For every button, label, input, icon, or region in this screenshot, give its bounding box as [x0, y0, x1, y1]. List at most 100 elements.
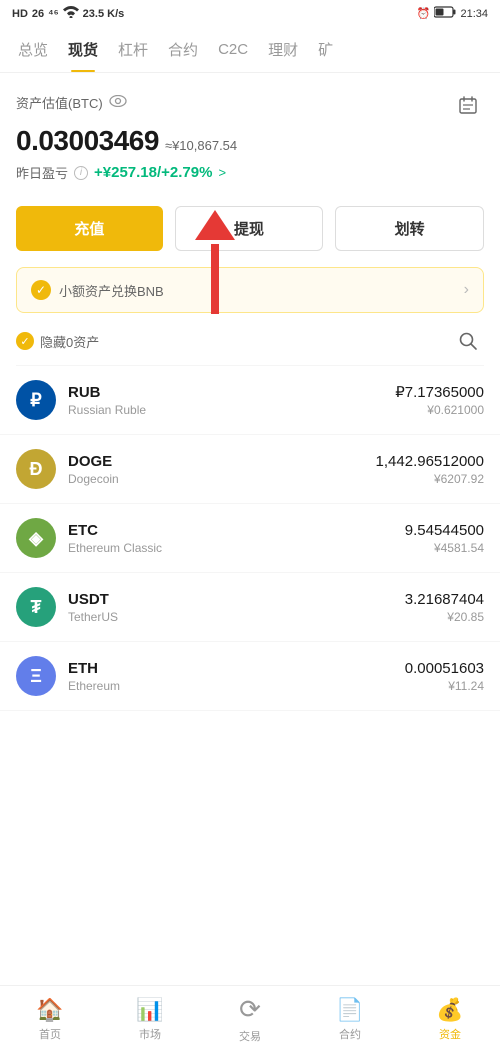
hd-indicator: HD	[12, 8, 28, 20]
tab-overview[interactable]: 总览	[8, 27, 58, 72]
charge-button[interactable]: 充值	[16, 206, 163, 251]
market-icon: 📊	[136, 997, 163, 1023]
rub-amount: ₽7.17365000	[395, 383, 484, 401]
asset-pnl-row: 昨日盈亏 i +¥257.18/+2.79% >	[16, 163, 484, 182]
pnl-label: 昨日盈亏	[16, 163, 68, 182]
contract-label: 合约	[339, 1026, 361, 1042]
coin-icon-eth: Ξ	[16, 656, 56, 696]
arrow-shaft	[211, 244, 219, 314]
status-left: HD 26 ⁴⁶ 23.5 K/s	[12, 6, 124, 21]
etc-balance: 9.54544500 ¥4581.54	[405, 522, 484, 555]
coin-icon-rub: ₽	[16, 380, 56, 420]
transfer-button[interactable]: 划转	[335, 206, 484, 251]
doge-amount: 1,442.96512000	[376, 453, 484, 470]
alarm-icon: ⏰	[417, 7, 431, 20]
asset-list: ₽ RUB Russian Ruble ₽7.17365000 ¥0.62100…	[0, 366, 500, 711]
asset-section: 资产估值(BTC) 0.03003469	[0, 73, 500, 194]
network-speed: 23.5 K/s	[83, 8, 125, 20]
eth-cny: ¥11.24	[405, 679, 484, 693]
etc-symbol: ◈	[29, 528, 43, 549]
rub-name: RUB	[68, 384, 395, 401]
tab-c2c[interactable]: C2C	[208, 29, 258, 70]
pnl-value: +¥257.18/+2.79%	[94, 164, 212, 181]
tab-contract[interactable]: 合约	[158, 27, 208, 72]
asset-cny-approx: ≈¥10,867.54	[165, 138, 237, 153]
asset-list-header: ✓ 隐藏0资产	[0, 325, 500, 365]
home-icon: 🏠	[36, 997, 63, 1023]
bnb-arrow-icon: ›	[464, 281, 469, 299]
status-right: ⏰ 21:34	[417, 6, 488, 21]
bottom-nav: 🏠 首页 📊 市场 ⟳ 交易 📄 合约 💰 资金	[0, 985, 500, 1056]
usdt-name: USDT	[68, 591, 405, 608]
bnb-check-icon: ✓	[31, 280, 51, 300]
coin-info-usdt: USDT TetherUS	[68, 591, 405, 624]
eth-name: ETH	[68, 660, 405, 677]
tab-spot[interactable]: 现货	[58, 27, 108, 72]
pnl-info-icon[interactable]: i	[74, 166, 88, 180]
assets-icon: 💰	[436, 997, 463, 1023]
bottom-nav-contract[interactable]: 📄 合约	[300, 997, 400, 1042]
asset-item-rub[interactable]: ₽ RUB Russian Ruble ₽7.17365000 ¥0.62100…	[0, 366, 500, 435]
asset-item-etc[interactable]: ◈ ETC Ethereum Classic 9.54544500 ¥4581.…	[0, 504, 500, 573]
etc-cny: ¥4581.54	[405, 541, 484, 555]
hide-zero-row[interactable]: ✓ 隐藏0资产	[16, 332, 99, 351]
usdt-cny: ¥20.85	[405, 610, 484, 624]
etc-amount: 9.54544500	[405, 522, 484, 539]
time-display: 21:34	[460, 8, 488, 20]
usdt-amount: 3.21687404	[405, 591, 484, 608]
pnl-arrow[interactable]: >	[218, 165, 226, 180]
usdt-fullname: TetherUS	[68, 610, 405, 624]
arrow-head	[195, 210, 235, 240]
coin-icon-doge: Ð	[16, 449, 56, 489]
usdt-balance: 3.21687404 ¥20.85	[405, 591, 484, 624]
hide-zero-label: 隐藏0资产	[40, 332, 99, 351]
coin-info-doge: DOGE Dogecoin	[68, 453, 376, 486]
trade-label: 交易	[239, 1028, 261, 1044]
bottom-nav-home[interactable]: 🏠 首页	[0, 997, 100, 1042]
asset-item-usdt[interactable]: ₮ USDT TetherUS 3.21687404 ¥20.85	[0, 573, 500, 642]
trade-icon: ⟳	[239, 994, 261, 1025]
nav-tabs: 总览 现货 杠杆 合约 C2C 理财 矿	[0, 27, 500, 73]
asset-label: 资产估值(BTC)	[16, 93, 127, 112]
assets-label: 资金	[439, 1026, 461, 1042]
coin-info-etc: ETC Ethereum Classic	[68, 522, 405, 555]
etc-name: ETC	[68, 522, 405, 539]
asset-item-doge[interactable]: Ð DOGE Dogecoin 1,442.96512000 ¥6207.92	[0, 435, 500, 504]
history-icon[interactable]	[452, 89, 484, 121]
bottom-nav-market[interactable]: 📊 市场	[100, 997, 200, 1042]
doge-fullname: Dogecoin	[68, 472, 376, 486]
tab-leverage[interactable]: 杠杆	[108, 27, 158, 72]
eth-symbol: Ξ	[30, 666, 42, 687]
rub-cny: ¥0.621000	[395, 403, 484, 417]
bnb-text: 小额资产兑换BNB	[59, 281, 164, 300]
rub-symbol: ₽	[30, 390, 41, 411]
bottom-nav-assets[interactable]: 💰 资金	[400, 997, 500, 1042]
doge-symbol: Ð	[30, 459, 43, 480]
usdt-symbol: ₮	[31, 597, 42, 618]
bottom-nav-trade[interactable]: ⟳ 交易	[200, 994, 300, 1044]
coin-info-rub: RUB Russian Ruble	[68, 384, 395, 417]
etc-fullname: Ethereum Classic	[68, 541, 405, 555]
eye-icon[interactable]	[109, 94, 127, 110]
signal-4g: 26	[32, 8, 44, 20]
eth-balance: 0.00051603 ¥11.24	[405, 660, 484, 693]
hide-zero-check: ✓	[16, 332, 34, 350]
market-label: 市场	[139, 1026, 161, 1042]
signal-4g2: ⁴⁶	[48, 8, 59, 20]
tab-mine[interactable]: 矿	[308, 27, 343, 72]
rub-fullname: Russian Ruble	[68, 403, 395, 417]
doge-name: DOGE	[68, 453, 376, 470]
eth-amount: 0.00051603	[405, 660, 484, 677]
status-bar: HD 26 ⁴⁶ 23.5 K/s ⏰ 21:34	[0, 0, 500, 27]
battery-level	[434, 6, 456, 21]
asset-btc-value: 0.03003469	[16, 125, 159, 157]
tab-finance[interactable]: 理财	[258, 27, 308, 72]
home-label: 首页	[39, 1026, 61, 1042]
eth-fullname: Ethereum	[68, 679, 405, 693]
coin-info-eth: ETH Ethereum	[68, 660, 405, 693]
arrow-overlay	[195, 210, 235, 314]
search-button[interactable]	[452, 325, 484, 357]
bnb-banner[interactable]: ✓ 小额资产兑换BNB ›	[16, 267, 484, 313]
wifi-icon	[63, 6, 79, 21]
asset-item-eth[interactable]: Ξ ETH Ethereum 0.00051603 ¥11.24	[0, 642, 500, 711]
